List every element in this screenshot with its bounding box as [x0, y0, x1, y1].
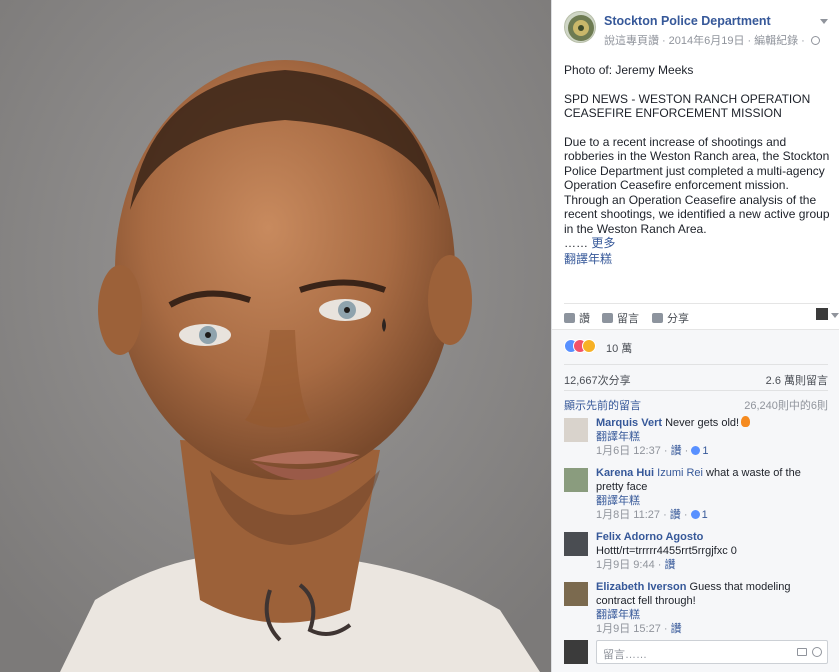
commenter-name[interactable]: Felix Adorno Agosto [596, 531, 703, 543]
photo-viewer: Stockton Police Department 說這專頁讚 · 2014年6月… [0, 0, 839, 672]
comment-like-link[interactable]: 讚 [670, 509, 681, 521]
translate-link[interactable]: 翻譯年糕 [564, 252, 830, 267]
share-icon [652, 313, 663, 323]
comment-placeholder: 留言…… [603, 649, 647, 661]
post-actions: 讚 留言 分享 [564, 303, 839, 329]
comment-time[interactable]: 1月8日 11:27 [596, 509, 660, 521]
page-avatar[interactable] [564, 11, 596, 43]
comment-range: 26,240則中的6則 [744, 400, 828, 412]
police-seal-icon [568, 15, 594, 41]
comment-time[interactable]: 1月9日 15:27 [596, 623, 661, 635]
comment-body: Karena Hui Izumi Rei what a waste of the… [596, 466, 826, 522]
comment-like-count[interactable]: 1 [702, 509, 708, 521]
commenter-name[interactable]: Karena Hui [596, 467, 654, 479]
tagged-user[interactable]: Izumi Rei [657, 467, 703, 479]
share-comment-counts: 12,667次分享 2.6 萬則留言 [564, 364, 828, 390]
translate-link[interactable]: 翻譯年糕 [596, 430, 826, 444]
comment-like-count[interactable]: 1 [702, 445, 708, 457]
comment-time[interactable]: 1月9日 9:44 [596, 559, 655, 571]
comment-button[interactable]: 留言 [602, 310, 639, 326]
comment-icon [602, 313, 613, 323]
comment-meta: 1月6日 12:37 · 讚 · 1 [596, 445, 709, 457]
mugshot-image [0, 0, 551, 672]
commenter-avatar[interactable] [564, 468, 588, 492]
post-headline: SPD NEWS - WESTON RANCH OPERATION CEASEF… [564, 91, 811, 121]
photo-of-line: Photo of: Jeremy Meeks [564, 63, 694, 77]
fire-emoji-icon [741, 416, 751, 427]
comment-meta: 1月8日 11:27 · 讚 · 1 [596, 509, 708, 521]
show-previous-comments-link[interactable]: 顯示先前的留言 [564, 397, 641, 413]
like-page-link[interactable]: 說這專頁讚 [604, 35, 659, 47]
comment-like-link[interactable]: 讚 [671, 623, 682, 635]
comment-meta: 1月9日 15:27 · 讚 [596, 623, 682, 635]
comment-label: 留言 [617, 313, 639, 325]
comment-text: Hottt/rt=trrrrr4455rrt5rrgjfxc 0 [596, 545, 737, 557]
posting-identity-avatar[interactable] [816, 308, 828, 320]
feedback-section: 10 萬 12,667次分享 2.6 萬則留言 顯示先前的留言 26,240則中… [552, 329, 839, 672]
commenter-name[interactable]: Marquis Vert [596, 417, 662, 429]
like-icon [691, 446, 701, 455]
post-body: Due to a recent increase of shootings an… [564, 134, 830, 236]
like-icon [564, 313, 575, 323]
chevron-down-icon[interactable] [831, 313, 839, 318]
current-user-avatar [564, 640, 588, 664]
like-button[interactable]: 讚 [564, 310, 590, 326]
share-button[interactable]: 分享 [652, 310, 689, 326]
translate-link[interactable]: 翻譯年糕 [596, 608, 826, 622]
chevron-down-icon[interactable] [820, 19, 828, 24]
post-header: Stockton Police Department 說這專頁讚 · 2014年6月… [564, 11, 834, 47]
globe-icon [810, 36, 820, 45]
commenter-name[interactable]: Elizabeth Iverson [596, 581, 686, 593]
comment-body: Marquis Vert Never gets old! 翻譯年糕 1月6日 1… [596, 416, 826, 458]
edit-history-link[interactable]: 編輯紀錄 [754, 35, 798, 47]
page-name-link[interactable]: Stockton Police Department [604, 14, 771, 28]
emoji-icon[interactable] [812, 647, 822, 657]
comment-count[interactable]: 2.6 萬則留言 [766, 372, 828, 388]
post-body-wrap: Due to a recent increase of shootings an… [564, 135, 830, 267]
reaction-count: 10 萬 [606, 343, 633, 355]
commenter-avatar[interactable] [564, 418, 588, 442]
translate-link[interactable]: 翻譯年糕 [596, 494, 826, 508]
post-text: Photo of: Jeremy Meeks SPD NEWS - WESTON… [564, 63, 830, 266]
post-photo[interactable] [0, 0, 551, 672]
comment-like-link[interactable]: 讚 [664, 559, 675, 571]
comment-meta: 1月9日 9:44 · 讚 [596, 559, 676, 571]
camera-icon[interactable] [797, 648, 807, 656]
commenter-avatar[interactable] [564, 532, 588, 556]
like-label: 讚 [579, 313, 590, 325]
see-more-link[interactable]: 更多 [591, 236, 615, 250]
comment-body: Felix Adorno Agosto Hottt/rt=trrrrr4455r… [596, 530, 826, 572]
post-date[interactable]: 2014年6月19日 [669, 35, 745, 47]
share-label: 分享 [667, 313, 689, 325]
comment-body: Elizabeth Iverson Guess that modeling co… [596, 580, 826, 636]
post-meta: 說這專頁讚 · 2014年6月19日 · 編輯紀錄 · [604, 32, 820, 48]
previous-comments-row: 顯示先前的留言 26,240則中的6則 [564, 390, 828, 412]
comment-composer: 留言…… [564, 638, 828, 668]
wow-reaction-icon [582, 339, 596, 353]
post-detail-panel: Stockton Police Department 說這專頁讚 · 2014年6月… [551, 0, 839, 672]
comment-time[interactable]: 1月6日 12:37 [596, 445, 661, 457]
commenter-avatar[interactable] [564, 582, 588, 606]
ellipsis: …… [564, 236, 588, 250]
comment-text: Never gets old! [665, 417, 740, 429]
comment-like-link[interactable]: 讚 [671, 445, 682, 457]
comment-input[interactable]: 留言…… [596, 640, 828, 664]
share-count[interactable]: 12,667次分享 [564, 372, 631, 388]
like-icon [690, 510, 700, 519]
